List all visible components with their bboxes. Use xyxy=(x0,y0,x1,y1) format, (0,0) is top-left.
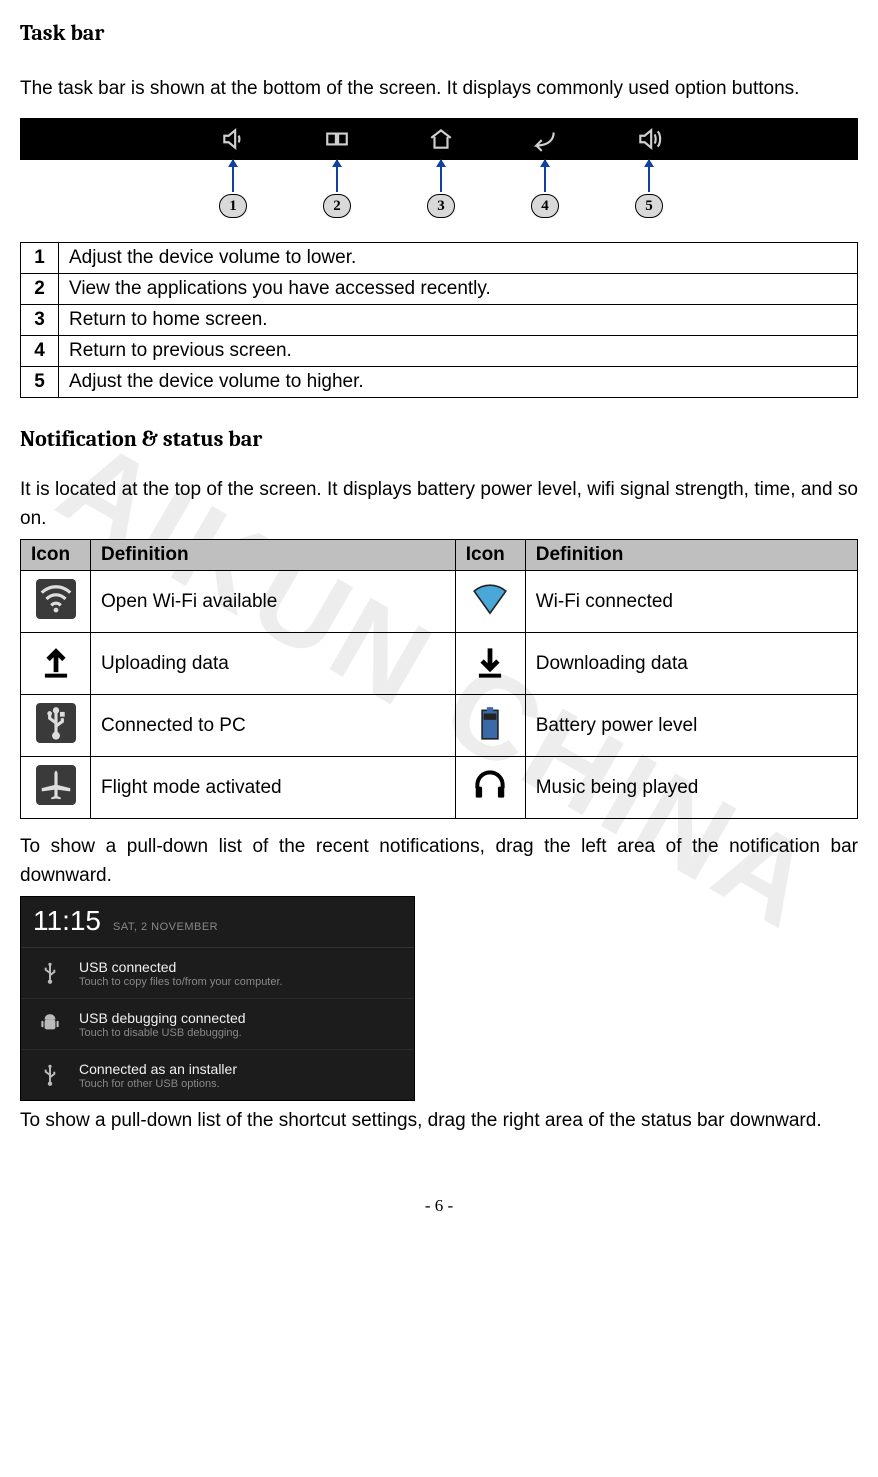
usb-icon xyxy=(35,958,65,988)
wifi-open-icon xyxy=(36,579,76,619)
table-row: Connected to PC Battery power level xyxy=(21,695,858,757)
callout-4: 4 xyxy=(531,194,559,218)
download-icon xyxy=(470,641,510,681)
page-number: - 6 - xyxy=(20,1196,858,1216)
table-row: 3Return to home screen. xyxy=(21,305,858,336)
notif-header: 11:15 SAT, 2 NOVEMBER xyxy=(21,897,414,948)
section-title-notification: Notification & status bar xyxy=(20,426,858,452)
table-row: 2View the applications you have accessed… xyxy=(21,274,858,305)
notif-subtitle: Touch for other USB options. xyxy=(79,1078,237,1090)
volume-down-icon xyxy=(220,126,246,152)
legend-desc: View the applications you have accessed … xyxy=(59,274,858,305)
icon-definition: Music being played xyxy=(525,757,857,819)
icon-definition: Open Wi-Fi available xyxy=(91,571,456,633)
table-row: 1Adjust the device volume to lower. xyxy=(21,243,858,274)
notif-title: USB connected xyxy=(79,959,283,975)
taskbar-callouts: 1 2 3 4 5 xyxy=(20,160,858,220)
legend-num: 2 xyxy=(21,274,59,305)
legend-desc: Adjust the device volume to higher. xyxy=(59,367,858,398)
callout-1: 1 xyxy=(219,194,247,218)
android-icon xyxy=(35,1009,65,1039)
table-row: Flight mode activated Music being played xyxy=(21,757,858,819)
shortcut-pulldown-text: To show a pull-down list of the shortcut… xyxy=(20,1107,858,1136)
notif-time: 11:15 xyxy=(33,905,101,937)
col-icon: Icon xyxy=(455,540,525,571)
notif-subtitle: Touch to copy files to/from your compute… xyxy=(79,976,283,988)
notification-panel-screenshot: 11:15 SAT, 2 NOVEMBER USB connectedTouch… xyxy=(20,896,415,1101)
legend-num: 3 xyxy=(21,305,59,336)
status-icons-table: Icon Definition Icon Definition Open Wi-… xyxy=(20,539,858,819)
airplane-icon xyxy=(36,765,76,805)
table-row: Uploading data Downloading data xyxy=(21,633,858,695)
legend-desc: Adjust the device volume to lower. xyxy=(59,243,858,274)
taskbar-legend-table: 1Adjust the device volume to lower. 2Vie… xyxy=(20,242,858,398)
col-icon: Icon xyxy=(21,540,91,571)
list-item: USB connectedTouch to copy files to/from… xyxy=(21,948,414,999)
back-icon xyxy=(532,126,558,152)
list-item: Connected as an installerTouch for other… xyxy=(21,1050,414,1100)
list-item: USB debugging connectedTouch to disable … xyxy=(21,999,414,1050)
icon-definition: Battery power level xyxy=(525,695,857,757)
recent-apps-icon xyxy=(324,126,350,152)
legend-desc: Return to previous screen. xyxy=(59,336,858,367)
headphones-icon xyxy=(470,765,510,805)
legend-num: 1 xyxy=(21,243,59,274)
callout-2: 2 xyxy=(323,194,351,218)
icon-definition: Wi-Fi connected xyxy=(525,571,857,633)
col-definition: Definition xyxy=(525,540,857,571)
callout-3: 3 xyxy=(427,194,455,218)
callout-5: 5 xyxy=(635,194,663,218)
legend-num: 5 xyxy=(21,367,59,398)
usb-icon xyxy=(36,703,76,743)
wifi-connected-icon xyxy=(470,579,510,619)
notif-pulldown-text: To show a pull-down list of the recent n… xyxy=(20,833,858,890)
icon-definition: Downloading data xyxy=(525,633,857,695)
col-definition: Definition xyxy=(91,540,456,571)
table-header-row: Icon Definition Icon Definition xyxy=(21,540,858,571)
table-row: 4Return to previous screen. xyxy=(21,336,858,367)
section-title-taskbar: Task bar xyxy=(20,20,858,46)
legend-num: 4 xyxy=(21,336,59,367)
notif-title: Connected as an installer xyxy=(79,1061,237,1077)
upload-icon xyxy=(36,641,76,681)
legend-desc: Return to home screen. xyxy=(59,305,858,336)
home-icon xyxy=(428,126,454,152)
icon-definition: Connected to PC xyxy=(91,695,456,757)
taskbar xyxy=(20,118,858,160)
notif-subtitle: Touch to disable USB debugging. xyxy=(79,1027,246,1039)
notif-date: SAT, 2 NOVEMBER xyxy=(113,921,218,933)
icon-definition: Uploading data xyxy=(91,633,456,695)
battery-icon xyxy=(470,703,510,743)
usb-icon xyxy=(35,1060,65,1090)
taskbar-figure: 1 2 3 4 5 xyxy=(20,118,858,220)
notification-intro: It is located at the top of the screen. … xyxy=(20,476,858,533)
notif-title: USB debugging connected xyxy=(79,1010,246,1026)
table-row: 5Adjust the device volume to higher. xyxy=(21,367,858,398)
volume-up-icon xyxy=(636,126,662,152)
table-row: Open Wi-Fi available Wi-Fi connected xyxy=(21,571,858,633)
icon-definition: Flight mode activated xyxy=(91,757,456,819)
taskbar-intro: The task bar is shown at the bottom of t… xyxy=(20,70,858,108)
